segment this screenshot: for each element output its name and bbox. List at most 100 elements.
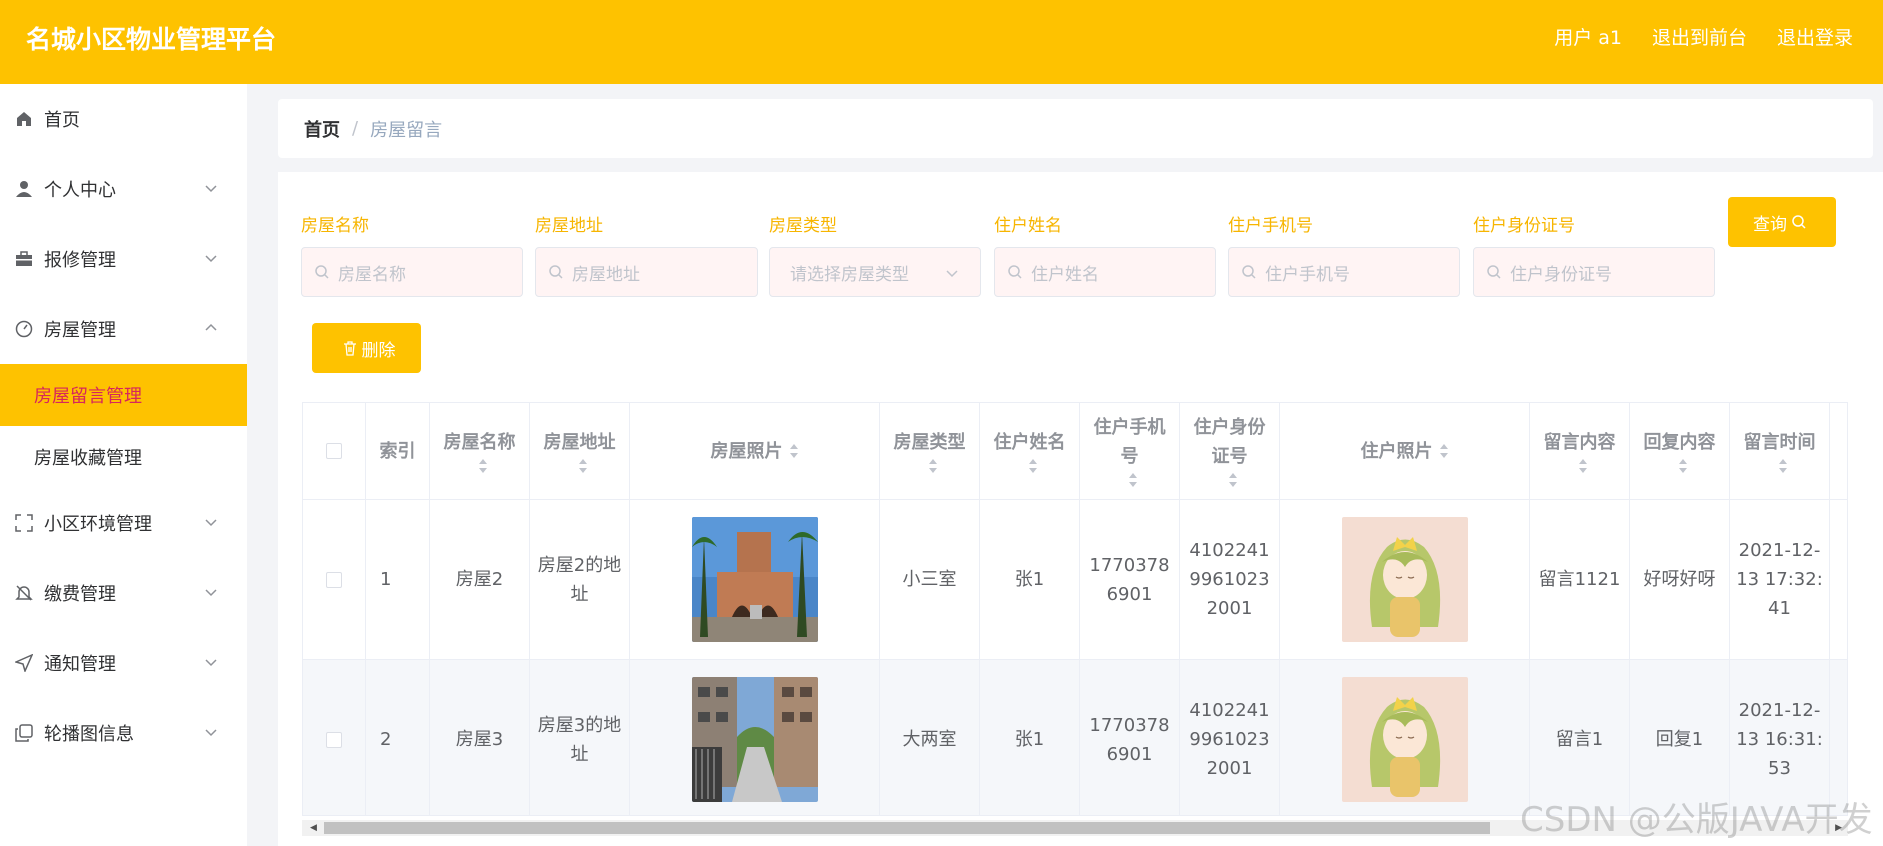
house-photo-image [691, 677, 818, 802]
sidebar-item-label: 缴费管理 [44, 584, 116, 605]
user-label[interactable]: 用户 a1 [1554, 23, 1622, 50]
header-resident-phone-label: 住户手机号 [1093, 417, 1166, 467]
sort-icon [578, 458, 587, 473]
cell-resident-photo [1280, 500, 1530, 660]
sidebar-item-label: 通知管理 [44, 654, 116, 675]
delete-button-label: 删除 [361, 340, 396, 361]
sidebar-item-carousel[interactable]: 轮播图信息 [0, 698, 247, 768]
house-name-input[interactable]: 房屋名称 [301, 247, 523, 297]
sidebar: 首页 个人中心 报修管理 房屋管理 房屋留言管理 房屋收藏管理 小区环境管理 缴… [0, 84, 247, 846]
resident-phone-input[interactable]: 住户手机号 [1228, 247, 1460, 297]
sidebar-item-personal[interactable]: 个人中心 [0, 154, 247, 224]
house-address-placeholder: 房屋地址 [572, 264, 640, 285]
home-icon [14, 109, 34, 129]
sidebar-item-repair[interactable]: 报修管理 [0, 224, 247, 294]
breadcrumb-current: 房屋留言 [370, 119, 443, 141]
header-resident-name[interactable]: 住户姓名 [980, 403, 1080, 500]
sort-icon [1678, 458, 1687, 473]
header-resident-phone[interactable]: 住户手机号 [1080, 403, 1180, 500]
chevron-down-icon [205, 589, 217, 597]
sidebar-item-environment[interactable]: 小区环境管理 [0, 488, 247, 558]
header-message[interactable]: 留言内容 [1530, 403, 1630, 500]
sort-icon [1439, 444, 1448, 458]
chevron-down-icon [205, 729, 217, 737]
header-time[interactable]: 留言时间 [1730, 403, 1830, 500]
resident-photo-image [1341, 677, 1468, 802]
resident-id-input[interactable]: 住户身份证号 [1473, 247, 1715, 297]
search-icon [315, 265, 329, 279]
scrollbar-thumb[interactable] [324, 822, 1490, 834]
cell-overflow [1830, 500, 1847, 660]
row-checkbox[interactable] [326, 571, 342, 588]
sidebar-subitem-house-favorite[interactable]: 房屋收藏管理 [0, 426, 247, 488]
sidebar-subitem-house-message[interactable]: 房屋留言管理 [0, 364, 247, 426]
house-address-input[interactable]: 房屋地址 [535, 247, 758, 297]
header-house-type-label: 房屋类型 [893, 431, 966, 453]
sort-icon [1128, 473, 1137, 487]
header-house-name-label: 房屋名称 [443, 431, 516, 453]
cell-resident-photo [1280, 660, 1530, 815]
chevron-down-icon [946, 270, 958, 278]
sort-icon [1578, 458, 1587, 473]
sidebar-item-home[interactable]: 首页 [0, 84, 247, 154]
house-address-label: 房屋地址 [535, 216, 603, 236]
query-button-label: 查询 [1753, 214, 1787, 235]
sort-icon [478, 458, 487, 473]
briefcase-icon [14, 249, 34, 269]
sidebar-item-notice[interactable]: 通知管理 [0, 628, 247, 698]
cell-index: 2 [366, 660, 430, 815]
header-resident-photo-label: 住户照片 [1360, 440, 1433, 462]
resident-phone-placeholder: 住户手机号 [1265, 264, 1350, 285]
top-nav: 用户 a1 退出到前台 退出登录 [1554, 23, 1853, 50]
header-house-photo[interactable]: 房屋照片 [630, 403, 880, 500]
select-all-checkbox-cell [303, 403, 366, 500]
house-type-placeholder: 请选择房屋类型 [790, 264, 909, 285]
cell-house-type: 大两室 [880, 660, 980, 815]
breadcrumb-home[interactable]: 首页 [304, 116, 340, 142]
cell-resident-phone: 17703786901 [1080, 500, 1180, 660]
resident-name-label: 住户姓名 [994, 216, 1062, 236]
search-icon [1008, 265, 1022, 279]
sidebar-item-house[interactable]: 房屋管理 [0, 294, 247, 364]
resident-phone-label: 住户手机号 [1228, 216, 1313, 236]
row-checkbox[interactable] [326, 731, 342, 748]
chevron-down-icon [205, 255, 217, 263]
header-house-name[interactable]: 房屋名称 [430, 403, 530, 500]
resident-name-input[interactable]: 住户姓名 [994, 247, 1216, 297]
cell-house-photo [630, 660, 880, 815]
header-resident-id[interactable]: 住户身份证号 [1180, 403, 1280, 500]
header-house-address[interactable]: 房屋地址 [530, 403, 630, 500]
select-all-checkbox[interactable] [326, 443, 342, 459]
cell-resident-name: 张1 [980, 500, 1080, 660]
cell-house-photo [630, 500, 880, 660]
chevron-up-icon [205, 323, 217, 331]
cell-resident-id: 410224199610232001 [1180, 500, 1280, 660]
scroll-left-icon[interactable]: ◀ [310, 823, 317, 833]
resident-id-placeholder: 住户身份证号 [1510, 264, 1612, 285]
header-reply[interactable]: 回复内容 [1630, 403, 1730, 500]
sort-icon [928, 458, 937, 473]
header-house-type[interactable]: 房屋类型 [880, 403, 980, 500]
table-row[interactable]: 1 房屋2 房屋2的地址 小三室 张1 17703786901 41022419… [303, 500, 1847, 660]
user-icon [14, 179, 34, 199]
sidebar-item-label: 个人中心 [44, 180, 116, 201]
cell-time: 2021-12-13 17:32:41 [1730, 500, 1830, 660]
house-type-select[interactable]: 请选择房屋类型 [769, 247, 981, 297]
resident-id-label: 住户身份证号 [1473, 216, 1575, 236]
header-message-label: 留言内容 [1543, 431, 1616, 453]
query-button[interactable]: 查询 [1728, 197, 1836, 247]
message-table: 索引 房屋名称 房屋地址 房屋照片 房屋类型 住户姓名 住户手机号 住户身份证号… [302, 402, 1848, 816]
header-resident-photo[interactable]: 住户照片 [1280, 403, 1530, 500]
sidebar-item-label: 报修管理 [44, 250, 116, 271]
sidebar-item-payment[interactable]: 缴费管理 [0, 558, 247, 628]
delete-button[interactable]: 删除 [312, 323, 421, 373]
header-resident-id-label: 住户身份证号 [1193, 417, 1266, 467]
cell-house-address: 房屋3的地址 [530, 660, 630, 815]
house-photo-image [691, 517, 818, 642]
logout-link[interactable]: 退出登录 [1777, 23, 1853, 50]
front-link[interactable]: 退出到前台 [1652, 23, 1747, 50]
fullscreen-icon [14, 513, 34, 533]
sort-icon [1778, 458, 1787, 473]
cell-house-address: 房屋2的地址 [530, 500, 630, 660]
house-type-label: 房屋类型 [769, 216, 837, 236]
